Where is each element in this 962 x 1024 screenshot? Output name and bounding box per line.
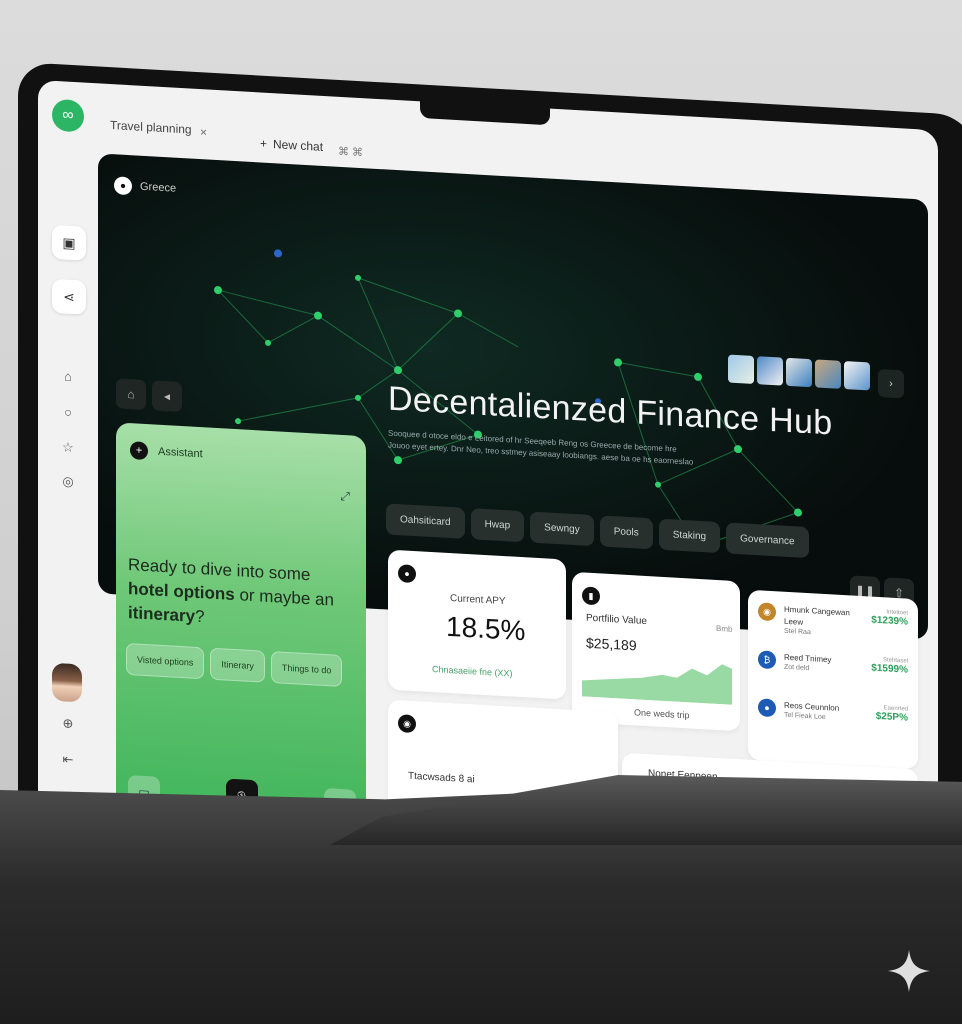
portfolio-sparkline [582, 664, 732, 705]
assistant-panel: + Assistant ⤢ Ready to dive into some ho… [116, 422, 366, 837]
next-arrow-icon[interactable]: › [878, 368, 904, 399]
photo-thumb[interactable] [757, 356, 783, 386]
settings-icon[interactable]: ◎ [54, 467, 82, 497]
transactions-icon: ◉ [398, 714, 416, 734]
suggestion-chips: Visted options Itinerary Things to do [126, 642, 343, 688]
home-small-icon[interactable]: ⌂ [116, 378, 146, 411]
new-chat-button[interactable]: + New chat [260, 136, 323, 154]
tab-dashboard[interactable]: Oahsiticard [386, 503, 465, 539]
tab-staking[interactable]: Staking [658, 518, 721, 554]
home-icon[interactable]: ⌂ [54, 361, 82, 391]
share-icon[interactable]: ⋖ [52, 278, 86, 315]
plus-icon: + [260, 136, 268, 151]
logout-icon[interactable]: ⇤ [54, 745, 82, 775]
asset-value: $1239% [871, 614, 908, 628]
msg-highlight: hotel options [128, 579, 235, 604]
new-chat-label: New chat [273, 137, 324, 154]
back-icon[interactable]: ◂ [152, 380, 182, 413]
msg-text: or maybe an [234, 584, 334, 610]
globe-icon[interactable]: ⊕ [54, 709, 82, 739]
transactions-label: Ttacwsads 8 ai [408, 770, 475, 786]
apy-label: Current APY [450, 593, 506, 608]
assistant-message: Ready to dive into some hotel options or… [128, 553, 338, 637]
portfolio-footer: One weds trip [634, 707, 690, 721]
portfolio-icon: ▮ [582, 586, 600, 606]
tab-sewngy[interactable]: Sewngy [530, 511, 594, 547]
tab-pools[interactable]: Pools [599, 515, 653, 550]
assistant-plus-icon[interactable]: + [130, 441, 148, 461]
asset-value: $1599% [871, 662, 908, 676]
portfolio-card: ▮ Portfilio Value Bmb $25,189 One weds t… [572, 571, 740, 732]
star-icon[interactable]: ☆ [54, 433, 82, 463]
apy-card: ● Current APY 18.5% Chnasaeiie fne (XX) [388, 549, 566, 700]
app-logo[interactable]: ∞ [52, 98, 84, 133]
tab-close-icon[interactable]: × [200, 125, 207, 139]
suggestion-itinerary[interactable]: Itinerary [210, 647, 265, 683]
portfolio-range[interactable]: Bmb [716, 624, 732, 634]
sparkle-icon [888, 950, 930, 992]
portfolio-label: Portfilio Value [586, 612, 647, 628]
apy-value: 18.5% [446, 610, 526, 647]
suggestion-things-to-do[interactable]: Things to do [270, 651, 343, 688]
tab-swap[interactable]: Hwap [470, 508, 525, 543]
assistant-title: Assistant [158, 445, 203, 461]
asset-value: $25P% [875, 710, 908, 724]
user-avatar[interactable] [52, 662, 82, 703]
app-screen: ∞ Travel planning × +New chat ⌘ ⌘ ⇄ ⚙ ▣ … [38, 80, 938, 891]
asset-coin-icon: ◉ [758, 602, 776, 622]
photo-thumb[interactable] [786, 357, 812, 388]
tab-travel-planning[interactable]: Travel planning [110, 118, 192, 137]
apy-note: Chnasaeiie fne (XX) [432, 664, 513, 679]
asset-coin-icon: ₿ [758, 650, 776, 670]
tab-tools-icon[interactable]: ⌘ ⌘ [338, 145, 363, 159]
asset-list-card: ◉ Hmunk Cangewan Leew Stel Raa Intettoet $… [748, 589, 918, 770]
asset-coin-icon: ● [758, 698, 776, 718]
asset-row[interactable]: ● Reos Ceunnlon Tel Fieak Loe Eaenrted $25… [758, 698, 908, 725]
apy-icon: ● [398, 564, 416, 584]
location-label: Greece [140, 180, 177, 195]
assistant-header: + Assistant [130, 441, 203, 463]
location-pin-icon: ● [114, 176, 132, 196]
location-chip[interactable]: ● Greece [114, 176, 176, 197]
asset-row[interactable]: ₿ Reed Tnimey Zot deld Stehtasel $1599% [758, 650, 908, 677]
chat-icon[interactable]: ○ [54, 397, 82, 427]
suggestion-visted-options[interactable]: Visted options [126, 642, 205, 680]
asset-row[interactable]: ◉ Hmunk Cangewan Leew Stel Raa Intettoet $… [758, 602, 908, 641]
photo-thumb[interactable] [728, 354, 754, 385]
msg-highlight: itinerary [128, 603, 196, 626]
msg-text: ? [195, 606, 205, 627]
expand-icon[interactable]: ⤢ [340, 489, 350, 505]
photo-thumb[interactable] [815, 359, 841, 389]
tab-governance[interactable]: Governance [726, 522, 809, 559]
wallet-icon[interactable]: ▣ [52, 224, 86, 261]
photo-thumb[interactable] [844, 361, 870, 391]
